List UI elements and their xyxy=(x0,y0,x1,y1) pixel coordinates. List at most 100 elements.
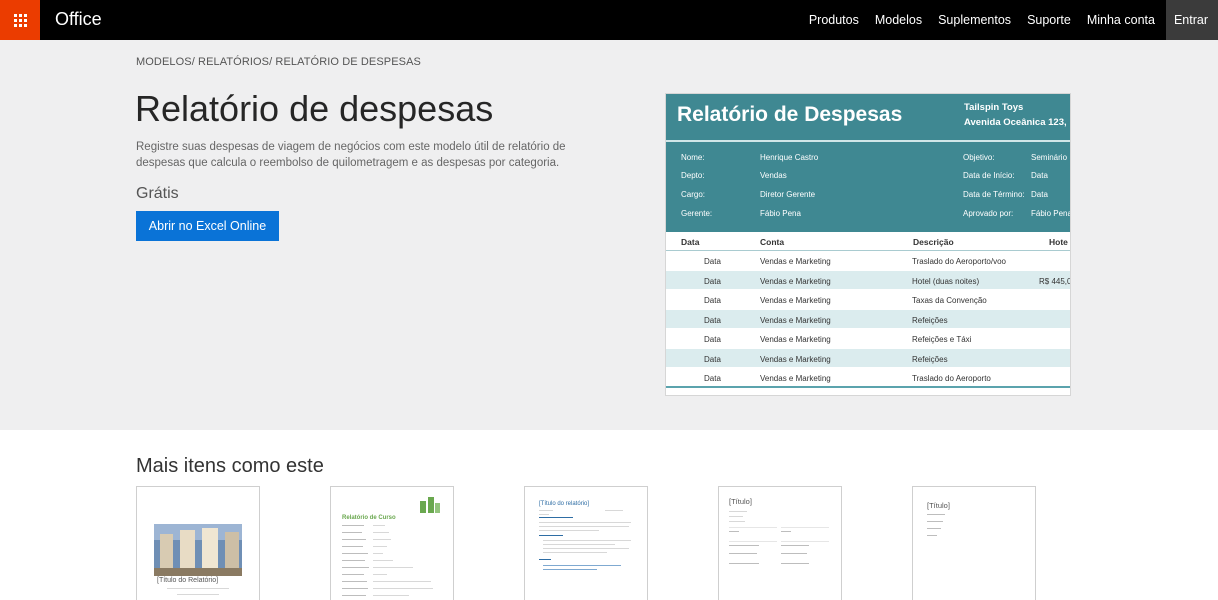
thumb-text-line xyxy=(373,532,389,533)
table-row: Data Vendas e Marketing Refeições xyxy=(666,309,1070,329)
field-label-nome: Nome: xyxy=(681,153,705,162)
field-label-depto: Depto: xyxy=(681,171,705,180)
field-value-depto: Vendas xyxy=(760,171,787,180)
open-in-excel-online-button[interactable]: Abrir no Excel Online xyxy=(136,211,279,241)
thumb-text-line xyxy=(342,560,365,561)
thumb-text-line xyxy=(543,565,621,566)
thumb-text-line xyxy=(539,526,629,527)
breadcrumb[interactable]: MODELOS/ RELATÓRIOS/ RELATÓRIO DE DESPES… xyxy=(136,56,421,68)
thumb-text-line xyxy=(373,574,387,575)
thumb-text-line xyxy=(539,514,549,515)
cell-account: Vendas e Marketing xyxy=(760,374,831,383)
cell-description: Traslado do Aeroporto xyxy=(912,374,991,383)
thumb-text-line xyxy=(342,588,368,589)
cell-date: Data xyxy=(704,276,721,286)
thumb-text-line xyxy=(342,567,369,568)
field-label-aprovado: Aprovado por: xyxy=(963,209,1014,218)
cell-account: Vendas e Marketing xyxy=(760,315,831,325)
thumb-text-line xyxy=(781,531,791,532)
cell-date: Data xyxy=(704,257,721,266)
thumb-text-line xyxy=(729,553,757,554)
company-name: Tailspin Toys xyxy=(964,102,1024,113)
cell-description: Traslado do Aeroporto/voo xyxy=(912,257,1006,266)
thumb-text-line xyxy=(543,569,597,570)
cell-date: Data xyxy=(704,354,721,364)
thumb-text-line xyxy=(539,530,599,531)
preview-header: Relatório de Despesas Tailspin Toys Aven… xyxy=(666,94,1070,232)
thumb-caption: [Título do Relatório] xyxy=(157,577,219,584)
field-value-gerente: Fábio Pena xyxy=(760,209,801,218)
field-value-data-termino: Data xyxy=(1031,190,1048,199)
cell-date: Data xyxy=(704,335,721,344)
cell-account: Vendas e Marketing xyxy=(760,257,831,266)
thumb-text-line xyxy=(543,544,615,545)
office-brand-link[interactable]: Office xyxy=(55,9,102,30)
company-address: Avenida Oceânica 123, xyxy=(964,117,1067,128)
cell-account: Vendas e Marketing xyxy=(760,354,831,364)
thumb-text-line xyxy=(543,552,607,553)
preview-company: Tailspin Toys Avenida Oceânica 123, xyxy=(964,100,1067,130)
thumb-text-line xyxy=(342,574,364,575)
nav-minha-conta[interactable]: Minha conta xyxy=(1079,0,1163,40)
related-template-card[interactable]: [Título] xyxy=(912,486,1036,600)
nav-suporte[interactable]: Suporte xyxy=(1019,0,1079,40)
thumb-text-line xyxy=(373,553,383,554)
columns-photo-image xyxy=(154,524,242,576)
header-divider xyxy=(666,140,1070,142)
template-description: Registre suas despesas de viagem de negó… xyxy=(136,141,566,169)
cell-description: Refeições xyxy=(912,354,948,364)
thumb-text-line xyxy=(781,553,807,554)
thumb-caption: [Título] xyxy=(927,501,950,510)
thumb-text-line xyxy=(927,535,937,536)
thumb-text-line xyxy=(342,525,364,526)
related-template-card[interactable]: [Título do relatório] xyxy=(524,486,648,600)
sign-in-button[interactable]: Entrar xyxy=(1165,0,1218,40)
thumb-text-line xyxy=(729,516,743,517)
thumb-text-line xyxy=(543,540,631,541)
waffle-icon xyxy=(13,13,27,27)
cell-account: Vendas e Marketing xyxy=(760,276,831,286)
cell-description: Hotel (duas noites) xyxy=(912,276,980,286)
thumb-heading-line xyxy=(539,517,573,518)
thumb-caption: Relatório de Curso xyxy=(342,515,396,521)
thumb-rule xyxy=(729,541,777,542)
nav-produtos[interactable]: Produtos xyxy=(801,0,867,40)
field-label-gerente: Gerente: xyxy=(681,209,713,218)
thumb-text-line xyxy=(373,581,431,582)
thumb-text-line xyxy=(167,588,229,589)
thumb-text-line xyxy=(373,595,409,596)
field-value-cargo: Diretor Gerente xyxy=(760,190,816,199)
cell-date: Data xyxy=(704,374,721,383)
thumb-text-line xyxy=(373,546,387,547)
related-template-card[interactable]: [Título do Relatório] xyxy=(136,486,260,600)
thumb-text-line xyxy=(781,545,809,546)
related-template-card[interactable]: Relatório de Curso xyxy=(330,486,454,600)
page-title: Relatório de despesas xyxy=(135,88,494,129)
thumb-text-line xyxy=(729,545,759,546)
thumb-text-line xyxy=(342,595,366,596)
nav-suplementos[interactable]: Suplementos xyxy=(930,0,1019,40)
cell-date: Data xyxy=(704,315,721,325)
nav-modelos[interactable]: Modelos xyxy=(867,0,930,40)
thumb-text-line xyxy=(605,510,623,511)
cell-description: Refeições e Táxi xyxy=(912,335,972,344)
thumb-text-line xyxy=(729,511,747,512)
thumb-text-line xyxy=(539,522,631,523)
thumb-text-line xyxy=(927,521,943,522)
table-row: Data Vendas e Marketing Traslado do Aero… xyxy=(666,251,1070,271)
field-value-data-inicio: Data xyxy=(1031,171,1048,180)
thumb-text-line xyxy=(177,594,219,595)
cell-account: Vendas e Marketing xyxy=(760,335,831,344)
thumb-heading-line xyxy=(539,535,563,536)
related-template-card[interactable]: [Título] xyxy=(718,486,842,600)
cell-description: Refeições xyxy=(912,315,948,325)
thumb-text-line xyxy=(539,510,553,511)
thumb-text-line xyxy=(373,560,393,561)
column-header-hotel: Hote xyxy=(1049,237,1068,247)
thumb-text-line xyxy=(342,546,363,547)
app-launcher-button[interactable] xyxy=(0,0,40,40)
preview-title: Relatório de Despesas xyxy=(677,103,903,126)
table-row: Data Vendas e Marketing Refeições xyxy=(666,348,1070,368)
thumb-text-line xyxy=(342,553,368,554)
column-header-descricao: Descrição xyxy=(913,237,954,247)
